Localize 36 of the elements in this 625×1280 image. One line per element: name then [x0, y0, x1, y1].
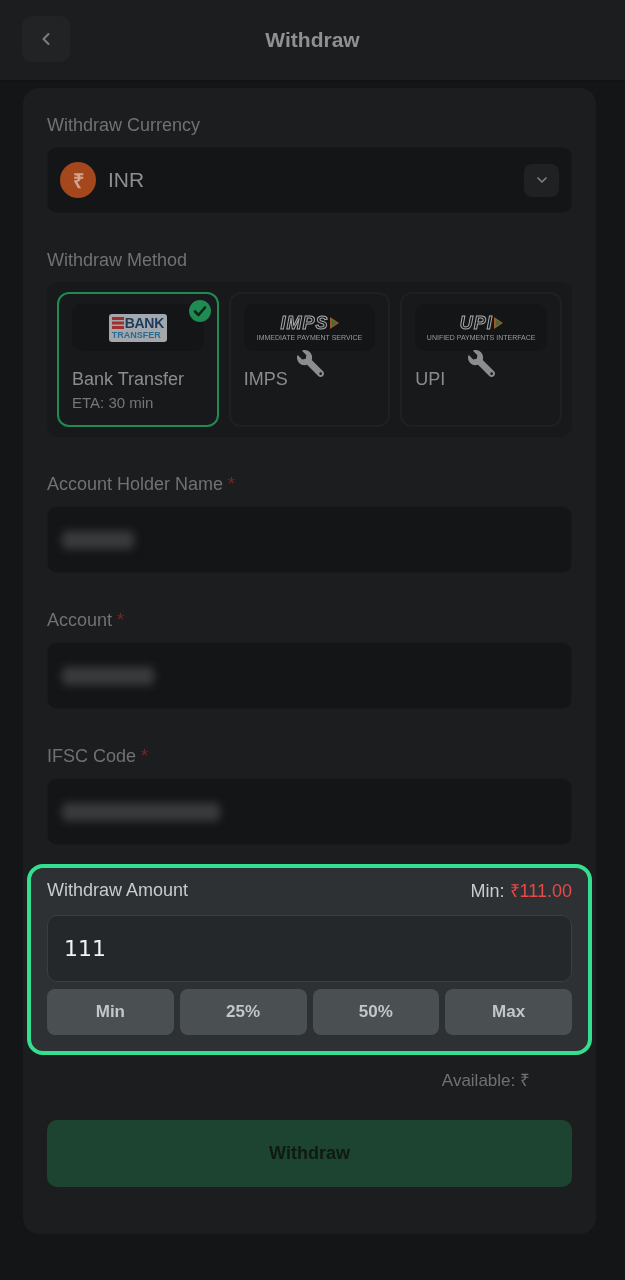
- preset-button[interactable]: Max: [445, 989, 572, 1035]
- currency-select[interactable]: ₹ INR: [47, 147, 572, 213]
- check-icon: [188, 300, 211, 322]
- preset-button[interactable]: Min: [47, 989, 174, 1035]
- rupee-coin-icon: ₹: [60, 162, 96, 198]
- logo-text: BANK: [124, 315, 164, 330]
- triangle-mark-icon: [329, 316, 339, 329]
- input-field[interactable]: [47, 642, 572, 709]
- min-amount: ₹111.00: [509, 880, 572, 902]
- field-label: Withdraw Currency: [47, 114, 202, 136]
- field-label: IFSC Code *: [47, 745, 150, 767]
- method-option[interactable]: BANK TRANSFER Bank Transfer ETA: 30 min: [57, 292, 219, 427]
- method-name: Bank Transfer: [72, 368, 186, 390]
- input-field[interactable]: [47, 778, 572, 845]
- preset-button[interactable]: 50%: [312, 989, 440, 1035]
- logo-text: TRANSFER: [111, 329, 162, 340]
- input-field[interactable]: [47, 506, 572, 573]
- stripes-icon: [111, 316, 124, 329]
- min-label: Min:: [470, 881, 505, 902]
- triangle-mark-icon: [493, 316, 503, 329]
- method-name: UPI: [415, 368, 447, 390]
- available-balance: Available: ₹: [441, 1071, 530, 1091]
- amount-input[interactable]: 111: [47, 915, 572, 982]
- field-label: Account Holder Name *: [47, 473, 237, 495]
- logo-text: UPI: [459, 313, 493, 332]
- logo-text: IMPS: [280, 313, 329, 332]
- currency-code: INR: [108, 168, 146, 192]
- back-button[interactable]: [22, 16, 70, 62]
- method-name: IMPS: [243, 368, 289, 390]
- method-eta: ETA: 30 min: [72, 394, 155, 412]
- field-label: Withdraw Amount: [47, 879, 189, 901]
- field-label: Account *: [47, 609, 126, 631]
- page-title: Withdraw: [264, 28, 361, 52]
- preset-button[interactable]: 25%: [179, 989, 307, 1035]
- field-label: Withdraw Method: [47, 249, 189, 271]
- dropdown-button[interactable]: [524, 163, 559, 197]
